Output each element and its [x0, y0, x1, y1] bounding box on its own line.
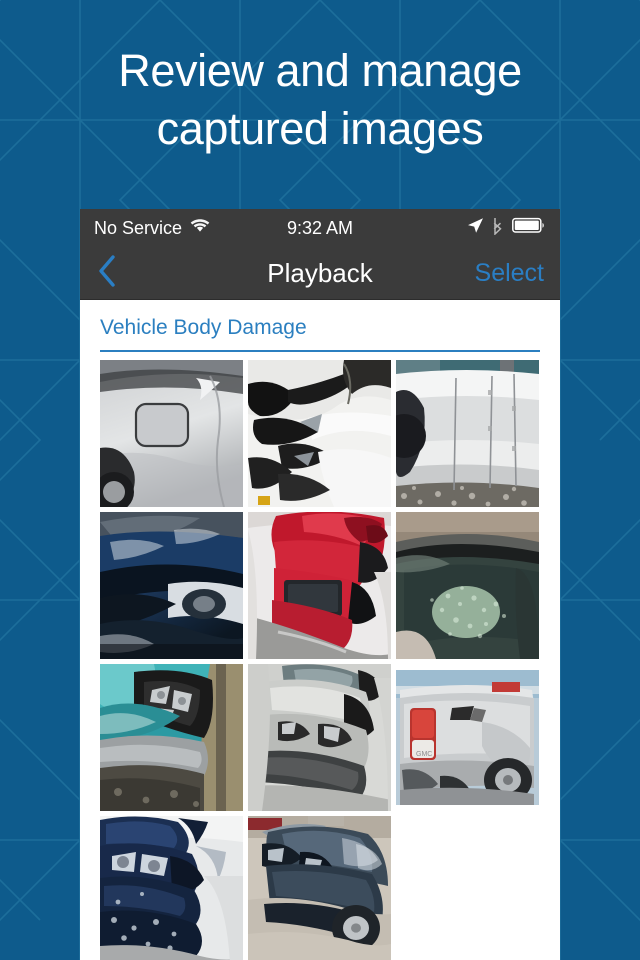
photo-blue-car-hood-headlight: [100, 512, 243, 659]
photo-silver-sedan-front-crush: [248, 664, 391, 811]
status-bar: No Service 9:32 AM: [80, 209, 560, 247]
promo-headline: Review and manage captured images: [0, 42, 640, 158]
thumbnail-navy-car-front-damage[interactable]: [100, 816, 243, 960]
back-button[interactable]: [96, 254, 118, 293]
thumbnail-teal-car-front-damage[interactable]: [100, 664, 243, 811]
location-arrow-icon: [467, 217, 484, 239]
thumbnail-red-car-front-crush[interactable]: [248, 512, 391, 659]
bluetooth-icon: [492, 217, 504, 240]
thumbnail-silver-pickup-rear-quarter[interactable]: GMC: [396, 664, 539, 811]
thumbnail-grid: GMC: [100, 352, 540, 960]
thumbnail-blue-car-hood-headlight[interactable]: [100, 512, 243, 659]
photo-silver-pickup-rear-quarter: GMC: [396, 664, 539, 811]
photo-silver-car-fuel-door-dent: [100, 360, 243, 507]
section-title: Vehicle Body Damage: [100, 316, 307, 339]
photo-gray-sedan-rear-quarter: [248, 816, 391, 960]
photo-red-car-front-crush: [248, 512, 391, 659]
playback-content: Vehicle Body Damage GMC: [80, 300, 560, 960]
thumbnail-silver-sedan-front-crush[interactable]: [248, 664, 391, 811]
thumbnail-shattered-windshield[interactable]: [396, 512, 539, 659]
thumbnail-gray-sedan-rear-quarter[interactable]: [248, 816, 391, 960]
thumbnail-white-car-side-panel-damage[interactable]: [396, 360, 539, 507]
svg-text:GMC: GMC: [416, 751, 432, 758]
photo-white-car-front-crash: [248, 360, 391, 507]
photo-shattered-windshield: [396, 512, 539, 659]
select-button[interactable]: Select: [475, 259, 544, 288]
nav-bar: Playback Select: [80, 247, 560, 300]
headline-line-1: Review and manage: [118, 45, 522, 96]
photo-navy-car-front-damage: [100, 816, 243, 960]
photo-teal-car-front-damage: [100, 664, 243, 811]
photo-white-car-side-panel-damage: [396, 360, 539, 507]
thumbnail-silver-car-fuel-door-dent[interactable]: [100, 360, 243, 507]
headline-line-2: captured images: [156, 103, 484, 154]
phone-screen: No Service 9:32 AM Playback Select Vehic…: [80, 209, 560, 960]
battery-full-icon: [512, 217, 546, 239]
chevron-left-icon: [96, 254, 118, 293]
status-indicators: [467, 217, 546, 240]
carrier-label: No Service: [94, 217, 183, 238]
thumbnail-white-car-front-crash[interactable]: [248, 360, 391, 507]
wifi-icon: [189, 217, 211, 239]
carrier-group: No Service: [94, 217, 211, 239]
